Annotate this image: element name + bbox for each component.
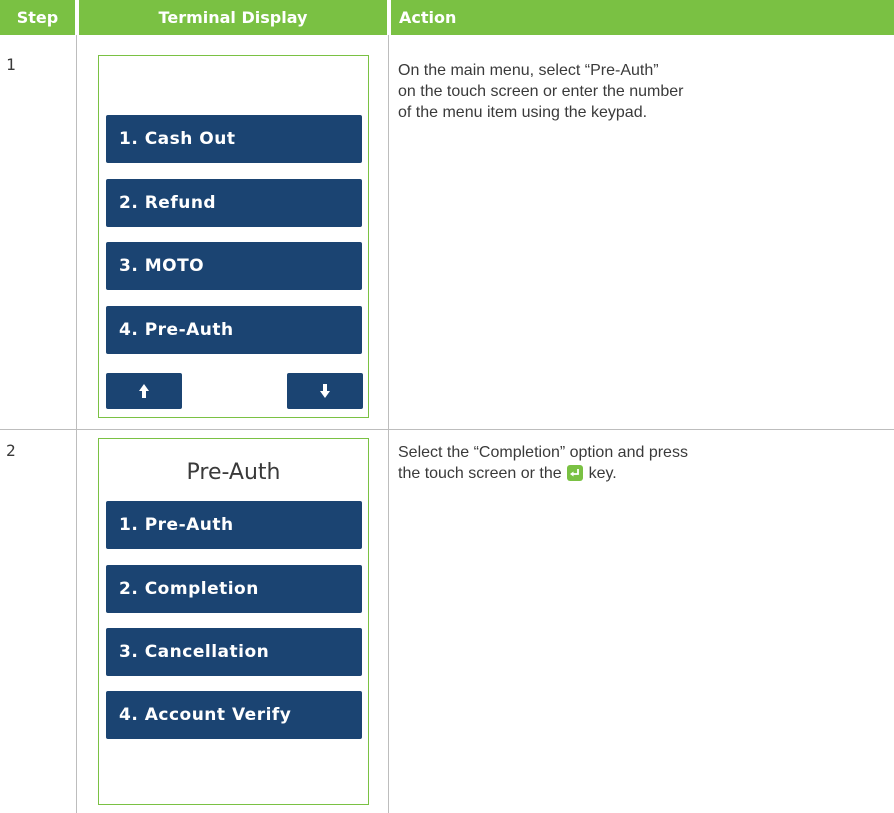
- menu-item-moto[interactable]: 3. MOTO: [106, 242, 362, 290]
- scroll-up-button[interactable]: [106, 373, 182, 409]
- menu-item-pre-auth[interactable]: 4. Pre-Auth: [106, 306, 362, 354]
- row-divider: [0, 429, 894, 430]
- action-line: on the touch screen or enter the number: [398, 83, 684, 100]
- enter-key-icon: [567, 465, 584, 481]
- arrow-down-icon: [320, 384, 330, 398]
- action-line: Select the “Completion” option and press: [398, 444, 688, 461]
- menu-item-pre-auth[interactable]: 1. Pre-Auth: [106, 501, 362, 549]
- action-line-part: the touch screen or the: [398, 465, 562, 482]
- action-line: the touch screen or the key.: [398, 463, 688, 484]
- step-number: 2: [6, 441, 16, 460]
- terminal-screen: [98, 55, 369, 418]
- arrow-up-icon: [139, 384, 149, 398]
- menu-item-cash-out[interactable]: 1. Cash Out: [106, 115, 362, 163]
- table-header: Step Terminal Display Action: [0, 0, 894, 35]
- header-step: Step: [0, 0, 75, 35]
- action-text-step-1: On the main menu, select “Pre-Auth” on t…: [398, 60, 684, 123]
- screen-title: Pre-Auth: [186, 460, 281, 485]
- step-number: 1: [6, 55, 16, 74]
- scroll-down-button[interactable]: [287, 373, 363, 409]
- header-terminal-display: Terminal Display: [79, 0, 387, 35]
- menu-item-cancellation[interactable]: 3. Cancellation: [106, 628, 362, 676]
- terminal-screen: [98, 438, 369, 805]
- action-line-part: key.: [588, 465, 617, 482]
- action-line: On the main menu, select “Pre-Auth”: [398, 62, 659, 79]
- header-action: Action: [391, 0, 894, 35]
- column-divider: [76, 35, 77, 813]
- column-divider: [388, 35, 389, 813]
- menu-item-refund[interactable]: 2. Refund: [106, 179, 362, 227]
- menu-item-account-verify[interactable]: 4. Account Verify: [106, 691, 362, 739]
- action-text-step-2: Select the “Completion” option and press…: [398, 442, 688, 484]
- action-line: of the menu item using the keypad.: [398, 104, 648, 121]
- menu-item-completion[interactable]: 2. Completion: [106, 565, 362, 613]
